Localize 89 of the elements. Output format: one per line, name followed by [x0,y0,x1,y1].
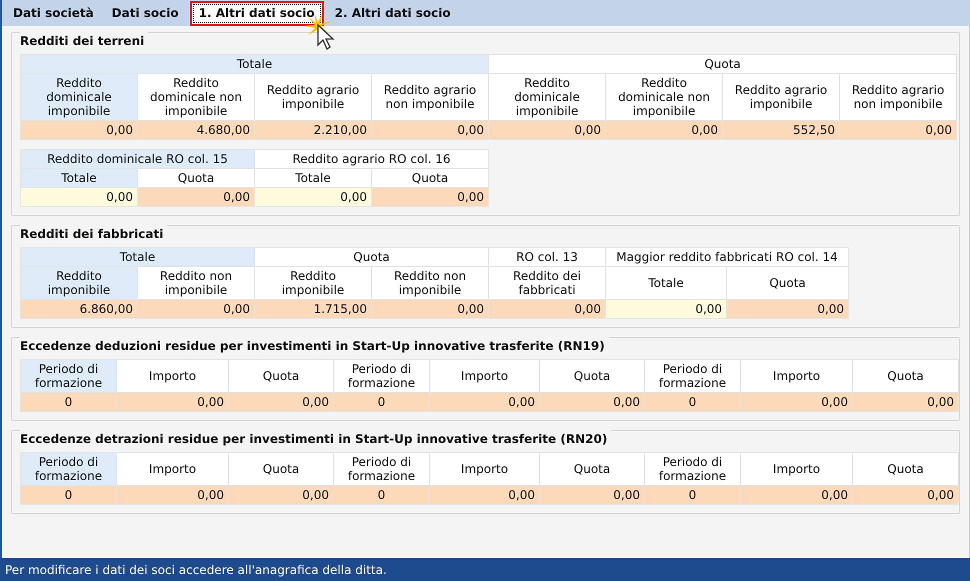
value-cell[interactable]: 0,00 [726,300,849,318]
column-header: Quota [138,168,255,188]
value-cell[interactable]: 0,00 [606,120,723,140]
value-cell[interactable]: 0,00 [488,300,606,318]
status-bar: Per modificare i dati dei soci accedere all'anagrafica della ditta. [0,558,970,581]
value-cell[interactable]: 0,00 [740,486,852,504]
column-group-header: Reddito agrario RO col. 16 [254,150,489,168]
column-header: Reddito agrario imponibile [722,74,840,120]
value-cell[interactable]: 0,00 [116,392,228,412]
value-cell[interactable]: 0 [20,486,116,504]
column-header: Reddito imponibile [20,266,138,300]
column-header: Reddito imponibile [254,266,372,300]
column-header: Periodo di formazione [334,452,430,486]
column-header: Reddito dominicale imponibile [20,74,138,120]
value-cell[interactable]: 0 [334,486,430,504]
column-group-header: Quota [254,248,489,266]
column-header: Periodo di formazione [644,360,740,392]
tab[interactable]: Dati socio [104,0,186,26]
value-cell[interactable]: 0,00 [852,486,958,504]
value-cell[interactable]: 0,00 [430,486,540,504]
column-header: Reddito agrario imponibile [254,74,372,120]
column-header: Totale [254,168,372,188]
column-header: Quota [852,452,958,486]
value-cell[interactable]: 0,00 [488,120,606,140]
column-header: Quota [228,360,334,392]
value-cell[interactable]: 0,00 [372,300,489,318]
section-title: Eccedenze detrazioni residue per investimenti in Start-Up innovative trasferite (RN20) [20,430,612,448]
value-cell[interactable]: 0,00 [116,486,228,504]
column-header: Quota [372,168,489,188]
column-header: Totale [20,168,138,188]
value-cell[interactable]: 2.210,00 [254,120,372,140]
value-cell[interactable]: 1.715,00 [254,300,372,318]
column-header: Quota [852,360,958,392]
value-cell[interactable]: 0,00 [430,392,540,412]
value-cell[interactable]: 0,00 [20,120,138,140]
value-cell[interactable]: 6.860,00 [20,300,138,318]
section-title: Eccedenze deduzioni residue per investimenti in Start-Up innovative trasferite (RN19) [20,337,609,355]
value-cell[interactable]: 552,50 [722,120,840,140]
column-group-header: Totale [20,54,489,74]
column-group-header: Quota [488,54,957,74]
column-header: Periodo di formazione [20,452,116,486]
column-header: Periodo di formazione [644,452,740,486]
column-header: Reddito dominicale imponibile [488,74,606,120]
column-header: Reddito non imponibile [138,266,255,300]
value-cell[interactable]: 0,00 [228,392,334,412]
column-header: Reddito non imponibile [372,266,489,300]
column-header: Totale [606,266,727,300]
column-header: Reddito dominicale non imponibile [138,74,254,120]
column-header: Importo [740,452,852,486]
column-group-header: Maggior reddito fabbricati RO col. 14 [606,248,849,266]
column-header: Importo [116,360,228,392]
value-cell[interactable]: 0,00 [138,300,255,318]
column-header: Reddito dominicale non imponibile [606,74,723,120]
column-header: Quota [540,452,644,486]
value-cell[interactable]: 0 [644,486,740,504]
column-header: Importo [740,360,852,392]
tab[interactable]: 1. Altri dati socio [190,0,324,26]
column-header: Reddito agrario non imponibile [372,74,489,120]
value-cell[interactable]: 0,00 [840,120,957,140]
column-header: Importo [430,360,540,392]
value-cell[interactable]: 0,00 [540,392,644,412]
column-header: Importo [430,452,540,486]
column-header: Periodo di formazione [20,360,116,392]
value-cell[interactable]: 0,00 [372,120,489,140]
column-header: Importo [116,452,228,486]
value-cell[interactable]: 0,00 [540,486,644,504]
value-cell[interactable]: 0,00 [740,392,852,412]
column-group-header: Reddito dominicale RO col. 15 [20,150,255,168]
value-cell[interactable]: 0,00 [606,300,727,318]
column-group-header: RO col. 13 [488,248,606,266]
column-header: Quota [726,266,849,300]
column-header: Quota [228,452,334,486]
tab[interactable]: Dati società [6,0,101,26]
column-header: Periodo di formazione [334,360,430,392]
value-cell[interactable]: 0,00 [254,188,372,206]
tab[interactable]: 2. Altri dati socio [328,0,458,26]
value-cell[interactable]: 0,00 [20,188,138,206]
column-header: Reddito agrario non imponibile [840,74,957,120]
value-cell[interactable]: 0,00 [852,392,958,412]
column-header: Quota [540,360,644,392]
value-cell[interactable]: 0 [334,392,430,412]
value-cell[interactable]: 4.680,00 [138,120,254,140]
column-group-header: Totale [20,248,255,266]
value-cell[interactable]: 0,00 [372,188,489,206]
value-cell[interactable]: 0,00 [138,188,255,206]
value-cell[interactable]: 0 [20,392,116,412]
value-cell[interactable]: 0,00 [228,486,334,504]
value-cell[interactable]: 0 [644,392,740,412]
column-header: Reddito dei fabbricati [488,266,606,300]
